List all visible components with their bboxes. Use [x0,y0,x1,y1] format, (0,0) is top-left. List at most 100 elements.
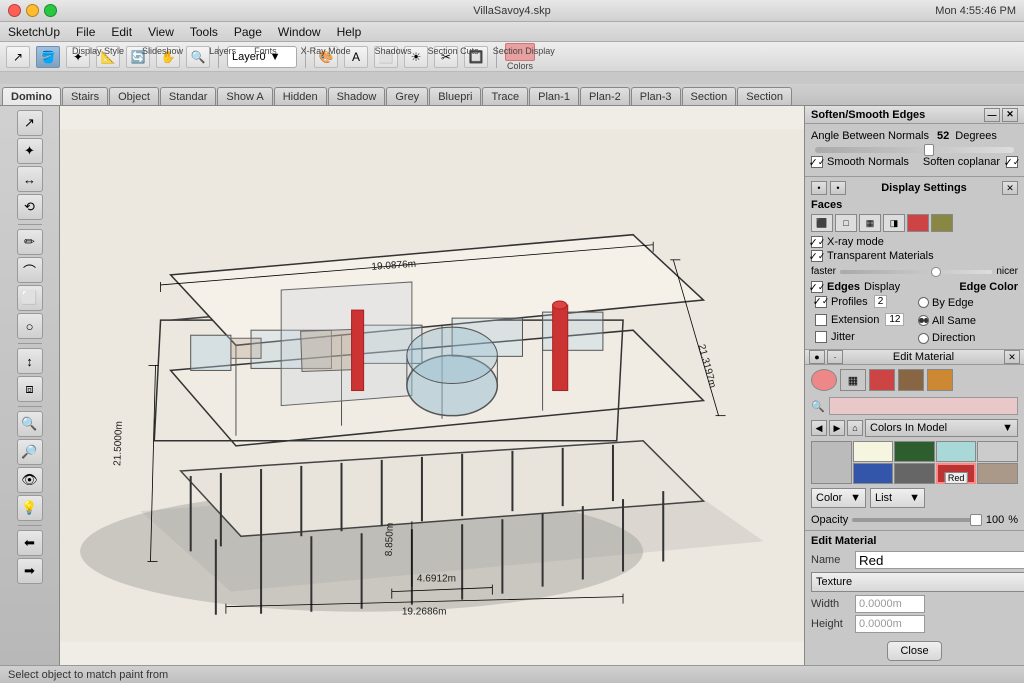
tool-push-lt[interactable]: ↕ [17,348,43,374]
swatch-red[interactable]: Red [936,463,977,484]
all-same-radio[interactable] [918,315,929,326]
mat-icon-4[interactable] [898,369,924,391]
tool-scale-lt[interactable]: ⟲ [17,194,43,220]
tool-offset-lt[interactable]: ⧈ [17,376,43,402]
quality-thumb[interactable] [931,267,941,277]
menu-page[interactable]: Page [234,25,262,39]
soften-close[interactable]: ✕ [1002,108,1018,122]
tool-rect-lt[interactable]: ⬜ [17,285,43,311]
em-name-input[interactable] [855,551,1024,569]
mat-model-dropdown[interactable]: Colors In Model ▼ [865,419,1018,437]
extension-cb[interactable] [815,314,827,326]
swatch-cream[interactable] [853,441,894,462]
maximize-button[interactable] [44,4,57,17]
ds-close[interactable]: ✕ [1002,181,1018,195]
tab-bluepri[interactable]: Bluepri [429,87,481,105]
face-icon-5[interactable] [907,214,929,232]
swatch-blue[interactable] [853,463,894,484]
em-texture-dropdown[interactable]: Texture ▼ [811,572,1024,592]
swatch-lightblue[interactable] [936,441,977,462]
em-close-button[interactable]: Close [887,641,941,661]
soften-coplanar-cb[interactable]: ✓ [1006,156,1018,168]
em-height-input[interactable] [855,615,925,633]
ds-btn2[interactable]: • [830,181,846,195]
menu-view[interactable]: View [148,25,174,39]
tool-undo-lt[interactable]: ⬅ [17,530,43,556]
face-icon-6[interactable] [931,214,953,232]
list-mode-dropdown[interactable]: List ▼ [870,488,925,508]
mat-btn-circle[interactable]: ● [809,350,825,364]
menu-sketchup[interactable]: SketchUp [8,25,60,39]
by-edge-radio[interactable] [918,297,929,308]
xray-cb[interactable]: ✓ [811,236,823,248]
tab-object[interactable]: Object [109,87,159,105]
tab-hidden[interactable]: Hidden [274,87,327,105]
menu-window[interactable]: Window [278,25,321,39]
soften-slider-thumb[interactable] [924,144,934,156]
tab-shadow[interactable]: Shadow [328,87,386,105]
transparent-cb[interactable]: ✓ [811,250,823,262]
jitter-cb[interactable] [815,331,827,343]
tool-orbit-lt[interactable]: 🔍 [17,411,43,437]
tool-arc-lt[interactable]: ⌒ [17,257,43,283]
face-icon-1[interactable]: ⬛ [811,214,833,232]
mat-icon-2[interactable]: ▦ [840,369,866,391]
swatch-darkgray[interactable] [894,463,935,484]
close-button[interactable] [8,4,21,17]
tab-stairs[interactable]: Stairs [62,87,108,105]
tab-plan1[interactable]: Plan-1 [529,87,579,105]
mat-nav-next[interactable]: ▶ [829,420,845,436]
tool-line-lt[interactable]: ✏ [17,229,43,255]
edges-display-cb[interactable]: ✓ [811,281,823,293]
mat-search-input[interactable] [829,397,1018,415]
face-icon-2[interactable]: □ [835,214,857,232]
tab-plan2[interactable]: Plan-2 [580,87,630,105]
tab-section1[interactable]: Section [682,87,737,105]
tab-standar[interactable]: Standar [160,87,217,105]
quality-slider[interactable] [840,270,992,274]
tab-domino[interactable]: Domino [2,87,61,105]
tool-circle-lt[interactable]: ○ [17,313,43,339]
menu-tools[interactable]: Tools [190,25,218,39]
profiles-value[interactable]: 2 [874,295,888,308]
direction-radio[interactable] [918,333,929,344]
tool-light-lt[interactable]: 💡 [17,495,43,521]
tool-select[interactable]: ↗ [6,46,30,68]
soften-minimize[interactable]: — [984,108,1000,122]
face-icon-3[interactable]: ▦ [859,214,881,232]
mat-btn-2[interactable]: · [827,350,843,364]
window-controls[interactable] [8,4,57,17]
tab-grey[interactable]: Grey [386,87,428,105]
ds-btn1[interactable]: • [811,181,827,195]
opacity-slider[interactable] [852,512,982,528]
profiles-cb[interactable]: ✓ [815,296,827,308]
tab-showa[interactable]: Show A [217,87,272,105]
mat-icon-circle[interactable] [811,369,837,391]
menu-file[interactable]: File [76,25,95,39]
swatches-scrollbar[interactable] [812,442,851,483]
tool-paint[interactable]: 🪣 [36,46,60,68]
tool-redo-lt[interactable]: ➡ [17,558,43,584]
mat-icon-5[interactable] [927,369,953,391]
soften-slider-track[interactable] [815,147,1014,153]
tool-move-lt[interactable]: ✦ [17,138,43,164]
em-width-input[interactable] [855,595,925,613]
tab-section2[interactable]: Section [737,87,792,105]
smooth-normals-cb[interactable]: ✓ [811,156,823,168]
mat-close[interactable]: ✕ [1004,350,1020,364]
tool-zoom-lt[interactable]: 🔎 [17,439,43,465]
tab-trace[interactable]: Trace [482,87,528,105]
face-icon-4[interactable]: ◨ [883,214,905,232]
minimize-button[interactable] [26,4,39,17]
tool-select-lt[interactable]: ↗ [17,110,43,136]
tool-rotate-lt[interactable]: ↔ [17,166,43,192]
swatch-tan[interactable] [977,463,1018,484]
mat-icon-3[interactable] [869,369,895,391]
extension-value[interactable]: 12 [885,313,904,326]
tab-plan3[interactable]: Plan-3 [631,87,681,105]
viewport[interactable]: 19.0876m 21.3197m 21.5000m 19.2686m 4.69… [60,106,804,665]
swatch-green[interactable] [894,441,935,462]
color-mode-dropdown[interactable]: Color ▼ [811,488,866,508]
menu-help[interactable]: Help [337,25,362,39]
menu-edit[interactable]: Edit [111,25,132,39]
